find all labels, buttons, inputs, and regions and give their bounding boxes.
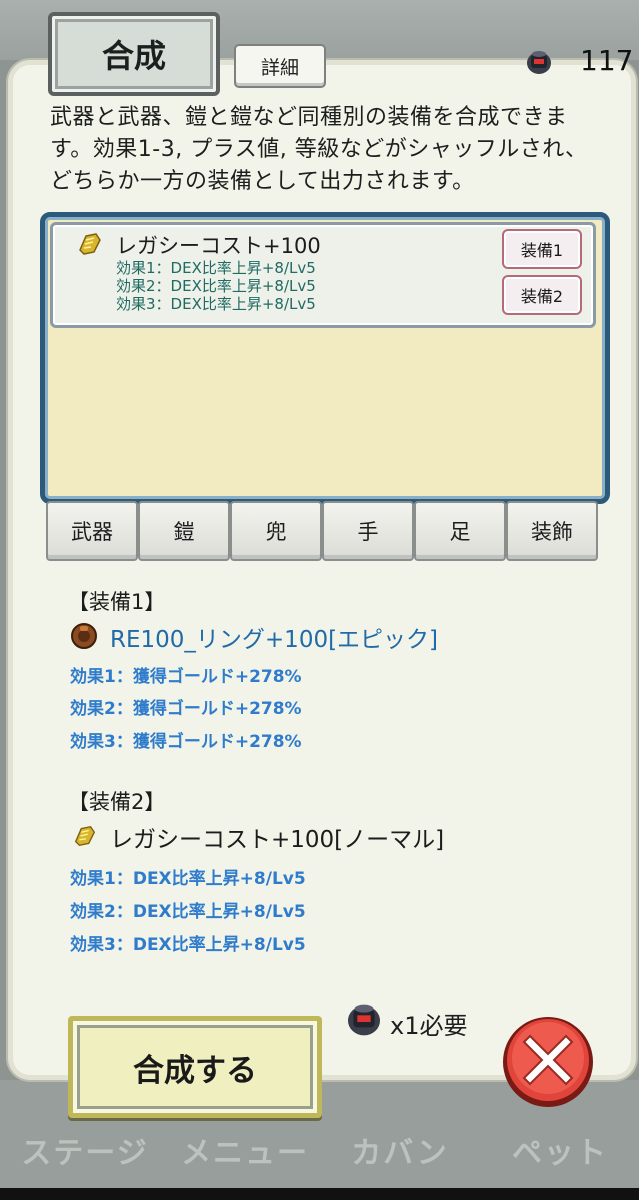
set-equip2-button[interactable]: 装備2: [502, 275, 582, 315]
equip2-heading: 【装備2】: [68, 790, 166, 814]
equip1-heading: 【装備1】: [68, 590, 166, 614]
category-armor[interactable]: 鎧: [138, 501, 230, 561]
description-text: 武器と武器、鎧と鎧など同種別の装備を合成できます。効果1-3, プラス値, 等級…: [50, 105, 588, 194]
detail-button[interactable]: 詳細: [234, 44, 326, 88]
equip2-effect-1: 効果1：DEX比率上昇+8/Lv5: [70, 869, 306, 889]
tab-synthesis[interactable]: 合成: [48, 12, 220, 96]
equip1-effect-3: 効果3：獲得ゴールド+278%: [70, 732, 302, 752]
list-item-name: レガシーコスト+100: [116, 234, 321, 258]
system-bar: [0, 1188, 639, 1200]
equip1-effect-1: 効果1：獲得ゴールド+278%: [70, 667, 302, 687]
requirement-text: x1必要: [390, 1012, 468, 1040]
golden-glove-icon: [79, 233, 101, 255]
nav-bag[interactable]: カバン: [330, 1080, 470, 1180]
synthesize-button[interactable]: 合成する: [68, 1016, 322, 1118]
list-item-effect-2: 効果2：DEX比率上昇+8/Lv5: [116, 277, 316, 295]
stone-count: 117: [580, 44, 634, 77]
close-x-icon[interactable]: [500, 1014, 596, 1110]
equip2-effect-2: 効果2：DEX比率上昇+8/Lv5: [70, 902, 306, 922]
equip1-name: RE100_リング+100[エピック]: [110, 627, 439, 653]
equip2-name: レガシーコスト+100[ノーマル]: [110, 827, 445, 853]
equip2-effect-3: 効果3：DEX比率上昇+8/Lv5: [70, 935, 306, 955]
list-item-effect-1: 効果1：DEX比率上昇+8/Lv5: [116, 259, 316, 277]
brown-ring-icon: [71, 623, 97, 649]
category-weapon[interactable]: 武器: [46, 501, 138, 561]
magic-stone-icon: [527, 51, 551, 74]
golden-glove-icon: [74, 825, 96, 847]
category-accessory[interactable]: 装飾: [506, 501, 598, 561]
category-hand[interactable]: 手: [322, 501, 414, 561]
magic-stone-icon: [348, 1004, 380, 1036]
equip1-effect-2: 効果2：獲得ゴールド+278%: [70, 699, 302, 719]
set-equip1-button[interactable]: 装備1: [502, 229, 582, 269]
category-helmet[interactable]: 兜: [230, 501, 322, 561]
category-foot[interactable]: 足: [414, 501, 506, 561]
list-item-effect-3: 効果3：DEX比率上昇+8/Lv5: [116, 295, 316, 313]
